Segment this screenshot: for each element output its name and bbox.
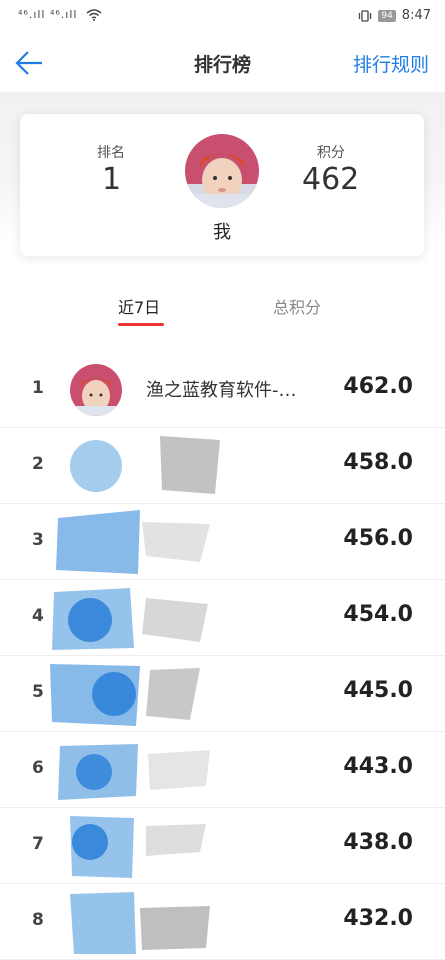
user-name: 渔之蓝教育软件-…	[146, 380, 297, 401]
list-item[interactable]: 6 443.0	[0, 732, 445, 808]
user-score: 454.0	[343, 602, 413, 627]
user-score: 456.0	[343, 526, 413, 551]
redacted-user-info	[70, 816, 206, 878]
rank-number: 7	[32, 834, 44, 854]
user-score: 462.0	[343, 374, 413, 399]
user-score: 432.0	[343, 906, 413, 931]
redacted-user-info	[52, 588, 208, 650]
avatar	[185, 134, 259, 208]
signal-indicator: ⁴⁶.ıll ⁴⁶.ıll	[18, 8, 78, 21]
list-item[interactable]: 5 445.0	[0, 656, 445, 732]
status-left: ⁴⁶.ıll ⁴⁶.ıll	[18, 8, 102, 21]
header: 排行榜 排行规则	[0, 34, 445, 92]
list-item[interactable]: 1 渔之蓝教育软件-… 462.0	[0, 352, 445, 428]
rules-link[interactable]: 排行规则	[353, 50, 429, 77]
redacted-user-info	[70, 892, 210, 954]
redacted-user-info	[56, 510, 210, 574]
user-score: 443.0	[343, 754, 413, 779]
active-tab-indicator	[118, 323, 164, 326]
list-item[interactable]: 4 454.0	[0, 580, 445, 656]
my-rank-card: 排名 1 积分 462 我	[20, 114, 424, 256]
rank-number: 4	[32, 606, 44, 626]
rank-number: 6	[32, 758, 44, 778]
battery-indicator: 94	[378, 9, 396, 22]
tab-bar: 近7日 总积分	[0, 280, 445, 330]
rank-number: 5	[32, 682, 44, 702]
rank-number: 3	[32, 530, 44, 550]
rank-label: 排名	[97, 145, 125, 161]
list-item[interactable]: 7 438.0	[0, 808, 445, 884]
status-time: 8:47	[401, 8, 431, 23]
list-item[interactable]: 8 432.0	[0, 884, 445, 960]
leaderboard-list: 1 渔之蓝教育软件-… 462.0 2 458.0 3 456.0 4 454.…	[0, 352, 445, 960]
score-value: 462	[302, 162, 360, 197]
score-label: 积分	[317, 145, 345, 161]
list-item[interactable]: 3 456.0	[0, 504, 445, 580]
user-score: 438.0	[343, 830, 413, 855]
redacted-user-info	[70, 436, 220, 494]
user-score: 445.0	[343, 678, 413, 703]
avatar	[70, 364, 122, 416]
my-name: 我	[213, 222, 231, 243]
rank-number: 2	[32, 454, 44, 474]
status-right: 94 8:47	[358, 8, 431, 23]
status-bar: ⁴⁶.ıll ⁴⁶.ıll 94 8:47	[0, 0, 445, 34]
user-score: 458.0	[343, 450, 413, 475]
rank-number: 1	[32, 378, 44, 398]
rank-number: 8	[32, 910, 44, 930]
rank-value: 1	[102, 162, 122, 197]
list-item[interactable]: 2 458.0	[0, 428, 445, 504]
vibrate-icon	[359, 9, 372, 22]
redacted-user-info	[58, 744, 210, 800]
redacted-user-info	[50, 664, 200, 726]
wifi-icon	[86, 9, 102, 21]
tab-last-7-days[interactable]: 近7日	[118, 294, 160, 318]
tab-total-score[interactable]: 总积分	[273, 294, 321, 318]
